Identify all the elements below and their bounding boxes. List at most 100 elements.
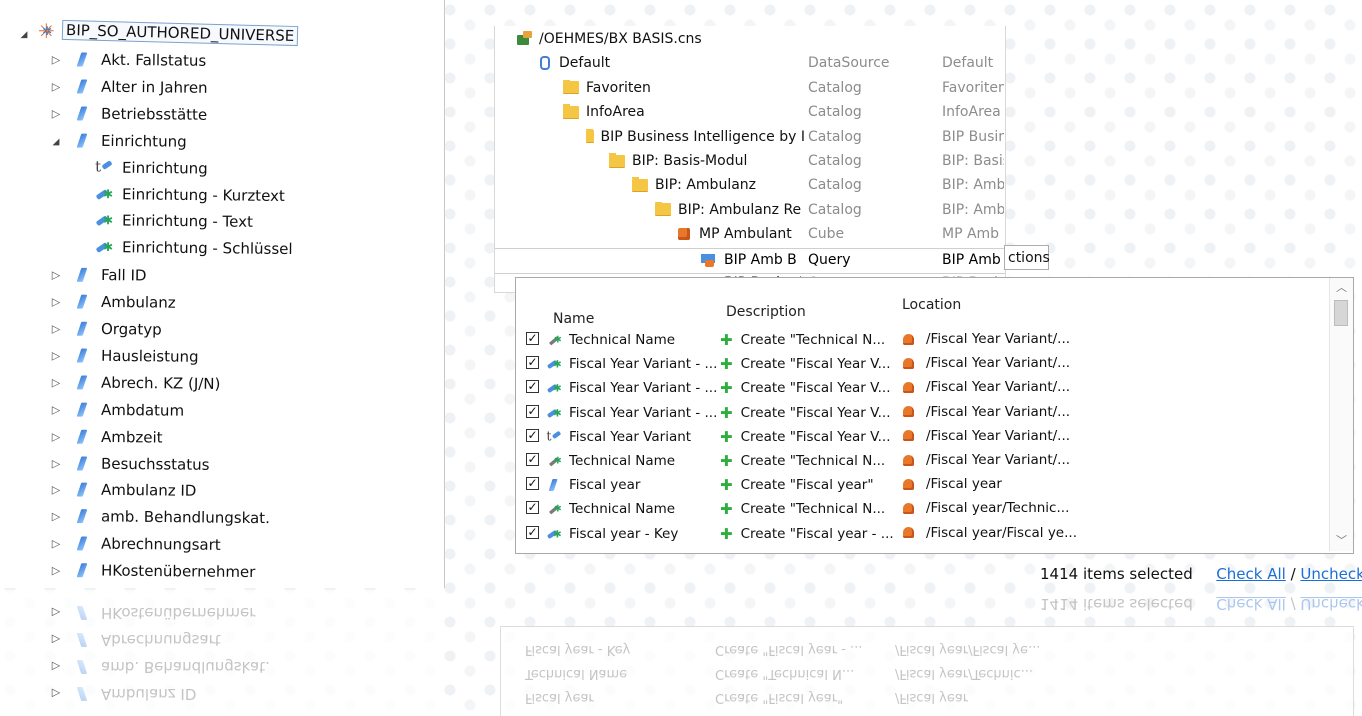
scroll-down-icon[interactable]: ﹀ [1330,531,1353,551]
expand-arrow-icon[interactable] [50,564,62,577]
item-checkbox[interactable]: ✓ [526,501,539,515]
list-item[interactable]: ✓ Technical Name ✚ Create "Technical N... /F… [516,449,1326,473]
column-header-description[interactable]: Description [726,304,806,320]
catalog-row[interactable]: Favoriten Catalog Favoriten [495,77,1005,101]
column-header-location[interactable]: Location [902,297,961,313]
item-checkbox[interactable]: ✓ [526,380,539,394]
catalog-row[interactable]: BIP: Ambulanz Re Catalog BIP: Amb [495,199,1005,223]
vertical-scrollbar[interactable]: ︿ ﹀ [1329,278,1353,551]
expand-arrow-icon[interactable] [50,295,62,308]
item-location-cell: /Fiscal Year Variant/... [903,355,1070,371]
item-checkbox[interactable]: ✓ [526,428,539,442]
tree-item[interactable]: Betriebsstätte [50,100,207,128]
tree-item[interactable]: Ambulanz [50,288,176,315]
expand-arrow-icon[interactable] [50,53,62,66]
expand-arrow-icon[interactable] [50,483,62,496]
create-plus-icon: ✚ [720,524,733,543]
tree-item[interactable]: Ambulanz ID [50,477,197,505]
tree-item[interactable]: Abrechnungsart [50,530,221,558]
item-name: Fiscal Year Variant [569,428,692,445]
detail-icon [546,428,561,444]
item-checkbox[interactable]: ✓ [526,332,539,345]
tree-item[interactable]: Abrech. KZ (J/N) [50,369,221,397]
catalog-row[interactable]: BIP Amb B Query BIP Amb [495,247,1005,274]
list-item[interactable]: ✓ Technical Name ✚ Create "Technical N... /F… [516,328,1326,352]
item-location: /Fiscal Year Variant/... [926,403,1071,420]
check-all-link[interactable]: Check All [1216,565,1286,583]
item-checkbox[interactable]: ✓ [526,525,539,539]
tree-item[interactable]: Fall ID [50,262,147,289]
item-checkbox[interactable]: ✓ [526,477,539,491]
item-checkbox[interactable]: ✓ [526,404,539,418]
tree-item[interactable]: amb. Behandlungskat. [50,503,270,531]
expand-arrow-icon[interactable] [50,537,62,550]
column-header-name[interactable]: Name [553,311,594,327]
expand-arrow-icon[interactable] [50,402,62,415]
tree-item[interactable]: Orgatyp [50,315,162,342]
expand-arrow-icon[interactable] [50,375,62,388]
tree-item[interactable]: Akt. Fallstatus [50,46,206,74]
catalog-type-cell: DataSource [808,55,890,72]
tree-item[interactable]: Ambdatum [50,396,184,423]
expand-arrow-icon[interactable] [50,430,62,443]
scrollbar-thumb[interactable] [1334,300,1348,326]
universe-root-label[interactable]: BIP_SO_AUTHORED_UNIVERSE [61,19,299,47]
tree-item[interactable]: Einrichtung [50,127,187,154]
expand-arrow-icon[interactable] [50,322,62,335]
uncheck-all-link[interactable]: Uncheck All [1300,565,1362,583]
expand-arrow-icon[interactable] [50,80,62,93]
expand-arrow-icon[interactable] [50,510,62,523]
list-item[interactable]: ✓ Fiscal Year Variant ✚ Create "Fiscal Year… [516,425,1326,449]
item-name-cell: Fiscal Year Variant - ... [545,404,717,422]
tree-item[interactable]: Besuchsstatus [50,450,210,478]
reflected-description: Create "Fiscal year - ... [715,642,863,657]
tree-item[interactable]: HKostenübernehmer [50,557,256,585]
catalog-name-cell: Default [540,55,610,71]
list-item[interactable]: ✓ Technical Name ✚ Create "Technical N... /F… [516,497,1326,521]
reflected-list-item: Fiscal year - Key Create "Fiscal year - .… [525,642,1040,657]
item-checkbox[interactable]: ✓ [526,453,539,466]
tree-item[interactable]: Hausleistung [50,342,199,370]
tree-item[interactable]: Einrichtung - Text [95,208,253,236]
tree-item[interactable]: Einrichtung - Kurztext [95,181,285,209]
catalog-row[interactable]: MP Ambulant Cube MP Amb [495,223,1005,247]
collapse-arrow-icon[interactable] [50,133,62,146]
attribute-icon [546,405,562,420]
list-item[interactable]: ✓ Fiscal Year Variant - ...✚ Create "Fisca… [516,376,1326,400]
list-item[interactable]: ✓ Fiscal Year Variant - ...✚ Create "Fisca… [516,352,1326,376]
tree-item[interactable]: Alter in Jahren [50,73,208,101]
expand-arrow-icon[interactable] [50,349,62,362]
location-cube-icon [903,406,914,418]
catalog-name-label: BIP: Ambulanz Re [678,201,802,218]
item-checkbox[interactable]: ✓ [526,356,539,370]
catalog-row[interactable]: InfoArea Catalog InfoArea [495,101,1005,125]
catalog-name-cell: BIP: Ambulanz Re [655,201,802,218]
selected-count-label: 1414 items selected [1040,565,1193,583]
catalog-row[interactable]: BIP: Basis-Modul Catalog BIP: Basis [495,150,1005,174]
catalog-row[interactable]: Default DataSource Default [495,52,1005,76]
catalog-row[interactable]: BIP Business Intelligence by I Catalog BIP… [495,126,1005,150]
catalog-row[interactable]: BIP: Ambulanz Catalog BIP: Amb [495,174,1005,198]
tree-root-row[interactable]: BIP_SO_AUTHORED_UNIVERSE [18,19,299,47]
list-item[interactable]: ✓ Fiscal Year Variant - ...✚ Create "Fisca… [516,401,1326,425]
scroll-up-icon[interactable]: ︿ [1330,278,1353,298]
folder-icon [632,177,648,192]
tree-item[interactable]: Einrichtung [95,154,208,181]
catalog-name-label: Favoriten [586,79,651,96]
universe-outline-panel: BIP_SO_AUTHORED_UNIVERSE Akt. Fallstatus… [0,0,445,588]
actions-button[interactable]: ctions [1004,245,1050,270]
item-name-cell: Fiscal Year Variant - ... [545,379,717,397]
tree-item[interactable]: Einrichtung - Schlüssel [95,234,293,262]
list-item[interactable]: ✓ Fiscal year ✚ Create "Fiscal year" /Fiscal… [516,473,1326,497]
expand-arrow-icon[interactable] [50,106,62,119]
tree-item[interactable]: Ambzeit [50,423,163,450]
catalog-row[interactable]: /OEHMES/BX BASIS.cns [495,28,1005,52]
collapse-arrow-icon[interactable] [18,27,30,40]
expand-arrow-icon[interactable] [50,268,62,281]
expand-arrow-icon[interactable] [50,456,62,469]
dimension-folder-icon [74,454,92,472]
list-item[interactable]: ✓ Fiscal year - Key ✚ Create "Fiscal year -… [516,522,1326,546]
dimension-folder-icon [74,266,92,284]
attribute-icon [546,357,562,372]
expand-arrow-icon [50,661,62,674]
